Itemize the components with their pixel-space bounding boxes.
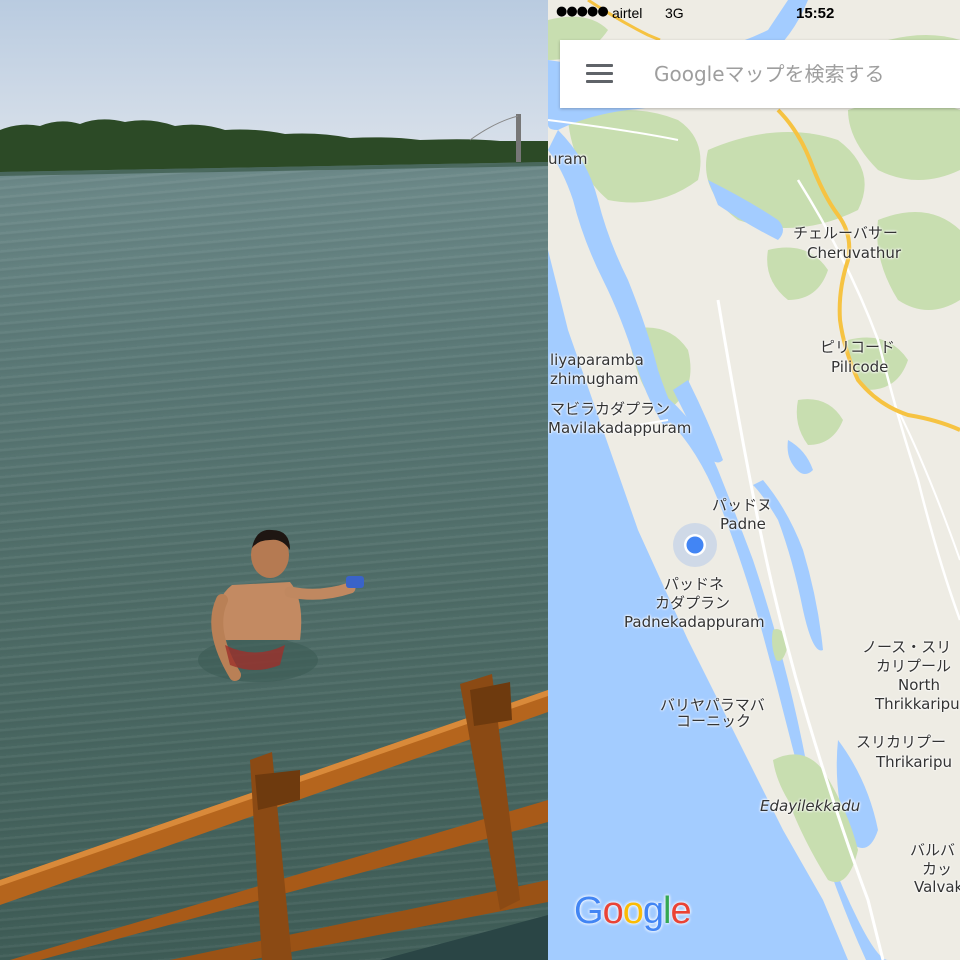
map-label-valiyaparamba-jp2: コーニック [676,712,752,730]
photo-boat-railing [0,674,548,960]
map-label-thrikaripur: Thrikaripu [876,753,952,771]
map-label-pilicode-jp: ピリコード [820,338,896,356]
map-label-mavilakadappuram-jp: マビラカダプラン [550,400,671,418]
photo-swimmer [198,529,364,682]
photo-bridge-tower [516,114,521,162]
map-label-valiyaparamba-right-jp1: バルバ [910,841,956,859]
map-label-ezhimugham: zhimugham [550,370,639,388]
status-bar: ●●●●● airtel 3G 15:52 [548,0,960,30]
map-view[interactable]: ●●●●● airtel 3G 15:52 チェルーバサー Cheruvathu… [548,0,960,960]
status-time: 15:52 [796,5,835,22]
map-label-north-thrikkaripur-jp2: カリプール [876,657,952,675]
signal-strength-icon: ●●●●● [556,4,609,19]
google-logo-letter: o [622,890,644,932]
google-logo: Google [574,890,692,933]
map-label-padnekadappuram-jp1: パッドネ [664,575,725,593]
google-logo-letter: G [574,890,604,932]
carrier-name: airtel [612,5,643,21]
map-label-uram: uram [548,150,588,168]
google-logo-letter: g [642,890,664,932]
map-label-padne-jp: パッドヌ [712,496,773,514]
my-location-dot-icon[interactable] [673,523,717,567]
map-label-mavilakadappuram: Mavilakadappuram [548,419,692,437]
map-label-cheruvathur: Cheruvathur [807,244,902,262]
map-label-padnekadappuram-jp2: カダプラン [655,594,731,612]
map-canvas[interactable] [548,0,960,960]
map-label-pilicode: Pilicode [831,358,889,376]
map-label-north: North [898,676,940,694]
map-label-iliyaparamba: liyaparamba [550,351,644,369]
map-label-north-thrikkaripur: Thrikkaripu [875,695,960,713]
map-label-valvak: Valvak [914,878,960,896]
map-label-thrikaripur-jp: スリカリプー [856,733,947,751]
lake-photo [0,0,548,960]
search-input[interactable] [652,58,956,90]
photo-scene [0,114,548,960]
map-label-cheruvathur-jp: チェルーバサー [793,224,898,242]
map-label-valiyaparamba-right-jp2: カッ [922,860,953,878]
map-label-padnekadappuram: Padnekadappuram [624,613,765,631]
search-bar[interactable] [560,40,960,108]
map-label-padne: Padne [720,515,766,533]
hamburger-menu-icon[interactable] [586,64,614,84]
map-label-edayilekkadu: Edayilekkadu [760,797,861,815]
network-type: 3G [665,5,684,21]
google-logo-letter: e [670,890,691,932]
map-label-north-thrikkaripur-jp1: ノース・スリ [862,638,952,656]
google-logo-letter: o [602,890,624,932]
